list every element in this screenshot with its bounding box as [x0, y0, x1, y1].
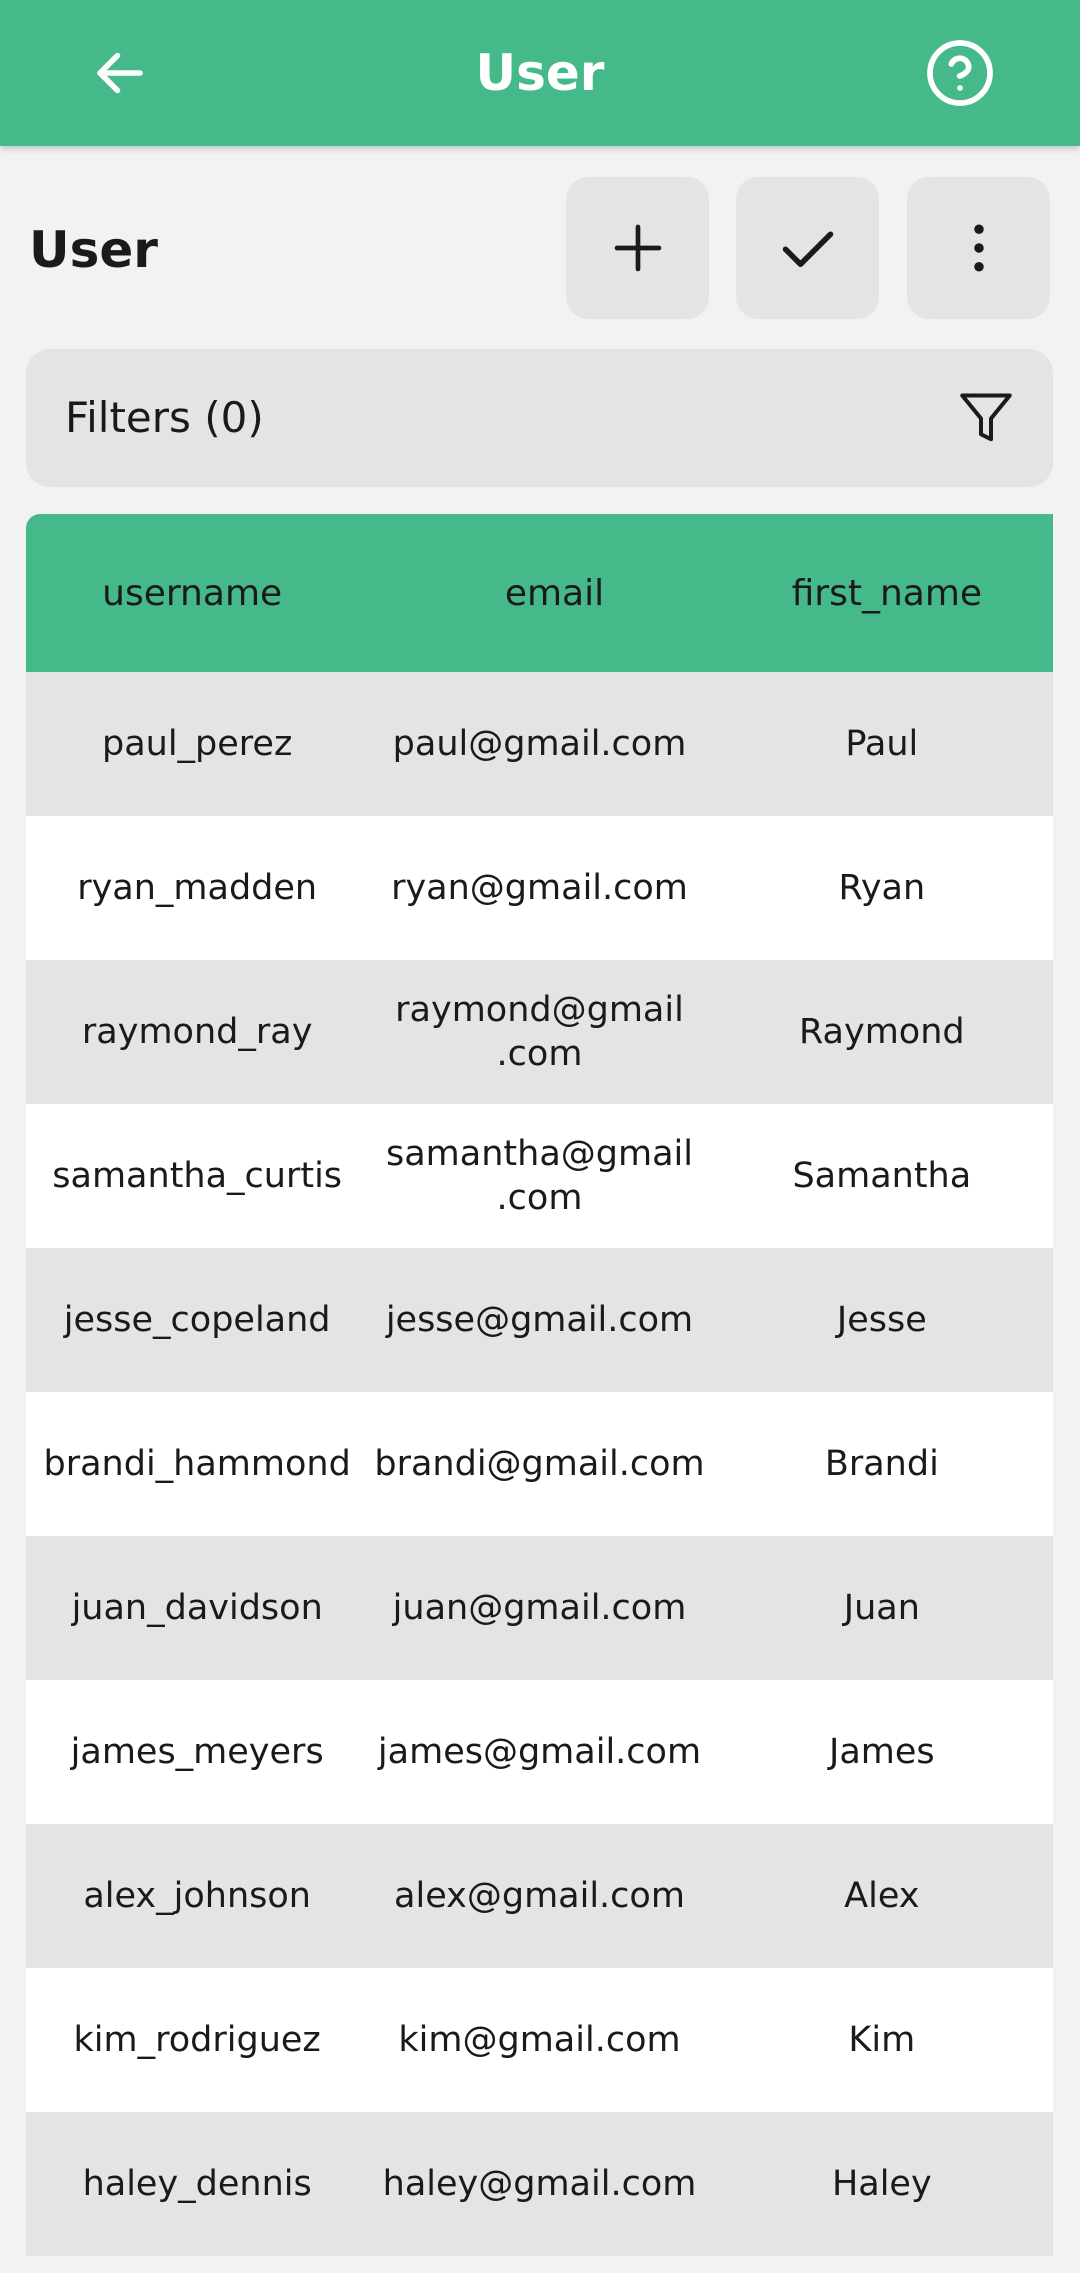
column-header-email[interactable]: email [388, 514, 720, 672]
table-row[interactable]: kim_rodriguez kim@gmail.com Kim [26, 1968, 1053, 2112]
cell-email: kim@gmail.com [398, 2020, 681, 2060]
cell-username: kim_rodriguez [73, 2020, 321, 2060]
add-button[interactable] [566, 177, 709, 319]
filters-bar[interactable]: Filters (0) [26, 349, 1053, 487]
section-title: User [29, 221, 158, 279]
more-options-button[interactable] [907, 177, 1050, 319]
filters-label: Filters (0) [65, 393, 264, 442]
cell-username: james_meyers [70, 1732, 324, 1772]
cell-first-name: James [829, 1732, 935, 1772]
table-row[interactable]: james_meyers james@gmail.com James [26, 1680, 1053, 1824]
cell-email: brandi@gmail.com [374, 1444, 705, 1484]
table-row[interactable]: haley_dennis haley@gmail.com Haley [26, 2112, 1053, 2256]
table-row[interactable]: raymond_ray raymond@gmail .com Raymond [26, 960, 1053, 1104]
column-header-first-name[interactable]: first_name [721, 514, 1053, 672]
table-row[interactable]: samantha_curtis samantha@gmail .com Sama… [26, 1104, 1053, 1248]
cell-username: juan_davidson [71, 1588, 323, 1628]
cell-username: raymond_ray [81, 1012, 313, 1052]
cell-first-name: Brandi [824, 1444, 939, 1484]
table-row[interactable]: paul_perez paul@gmail.com Paul [26, 672, 1053, 816]
cell-username: samantha_curtis [52, 1156, 343, 1196]
column-header-username[interactable]: username [26, 514, 388, 672]
cell-username: ryan_madden [77, 868, 318, 908]
check-icon [782, 231, 833, 267]
table-row[interactable]: jesse_copeland jesse@gmail.com Jesse [26, 1248, 1053, 1392]
table-row[interactable]: ryan_madden ryan@gmail.com Ryan [26, 816, 1053, 960]
table-row[interactable]: alex_johnson alex@gmail.com Alex [26, 1824, 1053, 1968]
cell-email: james@gmail.com [377, 1732, 702, 1772]
cell-first-name: Juan [843, 1588, 920, 1628]
cell-email: jesse@gmail.com [385, 1300, 694, 1340]
cell-username: alex_johnson [83, 1876, 311, 1916]
table-header: username email first_name [26, 514, 1053, 672]
cell-username: paul_perez [101, 724, 293, 764]
cell-first-name: Raymond [799, 1012, 965, 1052]
cell-first-name: Alex [844, 1876, 920, 1916]
table-row[interactable]: juan_davidson juan@gmail.com Juan [26, 1536, 1053, 1680]
more-vertical-icon [973, 224, 984, 272]
cell-email: alex@gmail.com [394, 1876, 685, 1916]
table-row[interactable]: brandi_hammond brandi@gmail.com Brandi [26, 1392, 1053, 1536]
cell-email: juan@gmail.com [392, 1588, 687, 1628]
cell-email: samantha@gmail .com [386, 1134, 693, 1218]
cell-email: haley@gmail.com [382, 2164, 697, 2204]
cell-email: ryan@gmail.com [391, 868, 688, 908]
cell-email: paul@gmail.com [392, 724, 687, 764]
page-title: User [475, 44, 605, 102]
plus-icon [614, 224, 661, 272]
cell-first-name: Jesse [836, 1300, 927, 1340]
users-table: username email first_name paul_perez pau… [26, 514, 1053, 2256]
help-circle-icon [927, 40, 993, 106]
cell-first-name: Ryan [838, 868, 926, 908]
cell-first-name: Haley [831, 2164, 932, 2204]
cell-username: brandi_hammond [43, 1444, 351, 1484]
filter-icon[interactable] [956, 388, 1016, 448]
cell-first-name: Paul [845, 724, 919, 764]
confirm-button[interactable] [736, 177, 879, 319]
cell-username: jesse_copeland [63, 1300, 331, 1340]
help-button[interactable] [920, 33, 1000, 113]
cell-first-name: Samantha [792, 1156, 972, 1196]
cell-username: haley_dennis [82, 2164, 312, 2204]
cell-first-name: Kim [848, 2020, 916, 2060]
app-bar: User [0, 0, 1080, 146]
cell-email: raymond@gmail .com [395, 990, 684, 1074]
